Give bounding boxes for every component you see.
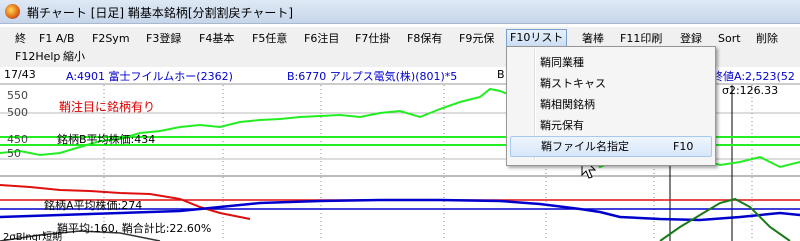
menu-item-f6[interactable]: F6注目	[301, 30, 342, 48]
menu-item-f2[interactable]: F2Sym	[89, 30, 133, 48]
record-counter: 17/43	[4, 68, 36, 81]
menu-item-f7[interactable]: F7仕掛	[352, 30, 393, 48]
menu-item-shortcut: F10	[673, 140, 694, 153]
y-tick-50: 50	[7, 147, 21, 160]
menu-item-f3[interactable]: F3登録	[143, 30, 184, 48]
menu-same-industry[interactable]: 鞘同業種	[510, 52, 710, 73]
menu-item-sort[interactable]: Sort	[715, 30, 744, 48]
bollinger-label: 2σBlngr短期	[3, 232, 63, 241]
title-bar: 鞘チャート [日足] 鞘基本銘柄[分割割戻チャート]	[0, 0, 800, 24]
symbol-b-fragment: B	[497, 68, 505, 81]
symbol-b-label: B:6770 アルプス電気(株)(801)*5	[287, 70, 458, 83]
y-tick-500: 500	[7, 106, 28, 119]
app-icon	[5, 4, 20, 19]
window-title: 鞘チャート [日足] 鞘基本銘柄[分割割戻チャート]	[27, 6, 294, 20]
menu-item-label: 鞘同業種	[540, 56, 584, 69]
y-tick-450: 450	[7, 133, 28, 146]
menu-original-holdings[interactable]: 鞘元保有	[510, 115, 710, 136]
menu-item-f1[interactable]: F1 A/B	[36, 30, 78, 48]
avg-b-label: 銘柄B平均株価:434	[57, 133, 156, 146]
close-price-label: 終値A:2,523(52	[712, 70, 795, 83]
menu-item-delete[interactable]: 削除	[753, 30, 781, 48]
menu-item-help[interactable]: F12Help	[12, 48, 63, 66]
sigma-label: σ2:126.33	[722, 84, 779, 97]
spread-summary: 鞘平均:160, 鞘合計比:22.60%	[57, 222, 212, 235]
menu-item-end[interactable]: 終	[12, 30, 29, 48]
menu-item-label: 鞘ストキャス	[540, 77, 606, 90]
menu-file-name-specify[interactable]: 鞘ファイル名指定 F10	[510, 136, 712, 157]
symbol-a-label: A:4901 富士フイルムホー(2362)	[66, 70, 233, 83]
menu-item-f8[interactable]: F8保有	[404, 30, 445, 48]
notice-text: 鞘注目に銘柄有り	[59, 100, 156, 114]
menu-item-f5[interactable]: F5任意	[249, 30, 290, 48]
menu-item-shrink[interactable]: 縮小	[60, 48, 88, 66]
menu-item-f4[interactable]: F4基本	[196, 30, 237, 48]
menu-item-label: 鞘元保有	[540, 119, 584, 132]
menu-item-label: 鞘ファイル名指定	[541, 140, 629, 153]
avg-a-label: 銘柄A平均株価:274	[44, 199, 143, 212]
y-tick-550: 550	[7, 89, 28, 102]
menu-item-f9[interactable]: F9元保	[456, 30, 497, 48]
menu-correlated-symbols[interactable]: 鞘相関銘柄	[510, 94, 710, 115]
f10-list-dropdown: 鞘同業種鞘ストキャス 鞘相関銘柄鞘元保有鞘ファイル名指定 F10	[506, 46, 716, 166]
menu-item-label: 鞘相関銘柄	[540, 98, 595, 111]
menu-stochastics[interactable]: 鞘ストキャス	[510, 73, 710, 94]
